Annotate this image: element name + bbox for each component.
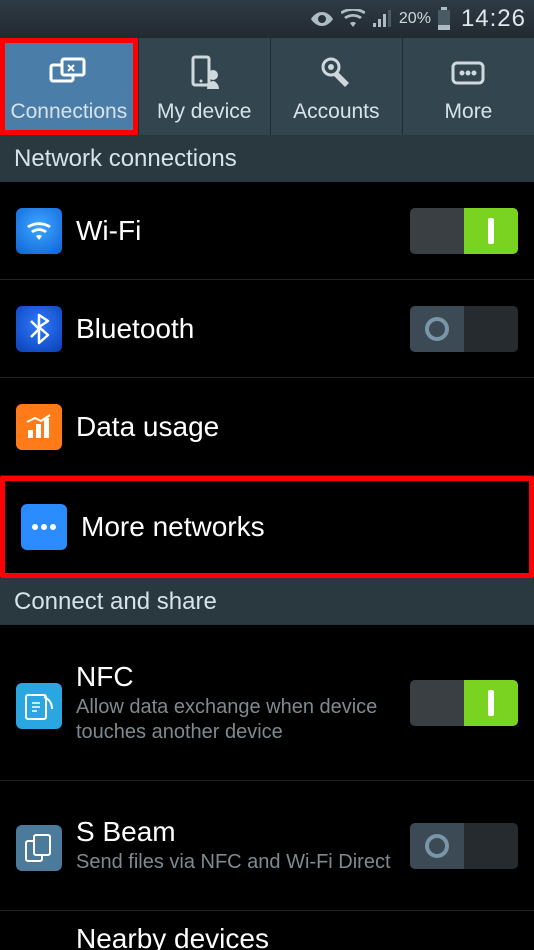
tab-my-device[interactable]: My device [139,38,270,135]
tab-accounts[interactable]: Accounts [271,38,402,135]
nfc-toggle[interactable] [410,680,518,726]
row-bluetooth[interactable]: Bluetooth [0,280,534,378]
row-more-networks[interactable]: More networks [0,476,534,578]
row-nfc[interactable]: NFC Allow data exchange when device touc… [0,625,534,781]
section-network-connections: Network connections [0,135,534,182]
accounts-icon [315,50,357,96]
bluetooth-icon [16,306,62,352]
section-label: Network connections [14,145,237,173]
my-device-icon [183,50,225,96]
row-title: Wi-Fi [76,215,400,247]
eye-icon [309,10,335,28]
sbeam-icon [16,825,62,871]
settings-tab-bar: Connections My device Accounts More [0,38,534,135]
tab-more[interactable]: More [403,38,534,135]
wifi-icon [341,9,365,29]
battery-icon [437,7,451,31]
status-bar: 20% 14:26 [0,0,534,38]
row-sbeam[interactable]: S Beam Send files via NFC and Wi-Fi Dire… [0,781,534,911]
more-networks-icon [21,504,67,550]
wifi-toggle[interactable] [410,208,518,254]
clock: 14:26 [461,5,526,33]
battery-percent: 20% [399,10,431,28]
row-subtitle: Allow data exchange when device touches … [76,695,400,745]
sbeam-toggle[interactable] [410,823,518,869]
row-wifi[interactable]: Wi-Fi [0,182,534,280]
wifi-icon [16,208,62,254]
row-title: Data usage [76,411,508,443]
signal-icon [371,9,393,29]
more-icon [447,50,489,96]
nfc-icon [16,683,62,729]
row-data-usage[interactable]: Data usage [0,378,534,476]
row-subtitle: Send files via NFC and Wi-Fi Direct [76,850,400,875]
tab-connections[interactable]: Connections [0,38,138,135]
section-label: Connect and share [14,588,217,616]
row-title: Nearby devices [76,923,508,950]
row-title: NFC [76,661,400,693]
connections-icon [48,50,90,96]
data-usage-icon [16,404,62,450]
section-connect-and-share: Connect and share [0,578,534,625]
tab-label: Connections [10,100,127,124]
row-title: Bluetooth [76,313,400,345]
tab-label: More [445,100,493,124]
row-title: S Beam [76,816,400,848]
row-title: More networks [81,511,503,543]
tab-label: My device [157,100,252,124]
bluetooth-toggle[interactable] [410,306,518,352]
tab-label: Accounts [293,100,379,124]
row-nearby-devices[interactable]: Nearby devices [0,911,534,950]
